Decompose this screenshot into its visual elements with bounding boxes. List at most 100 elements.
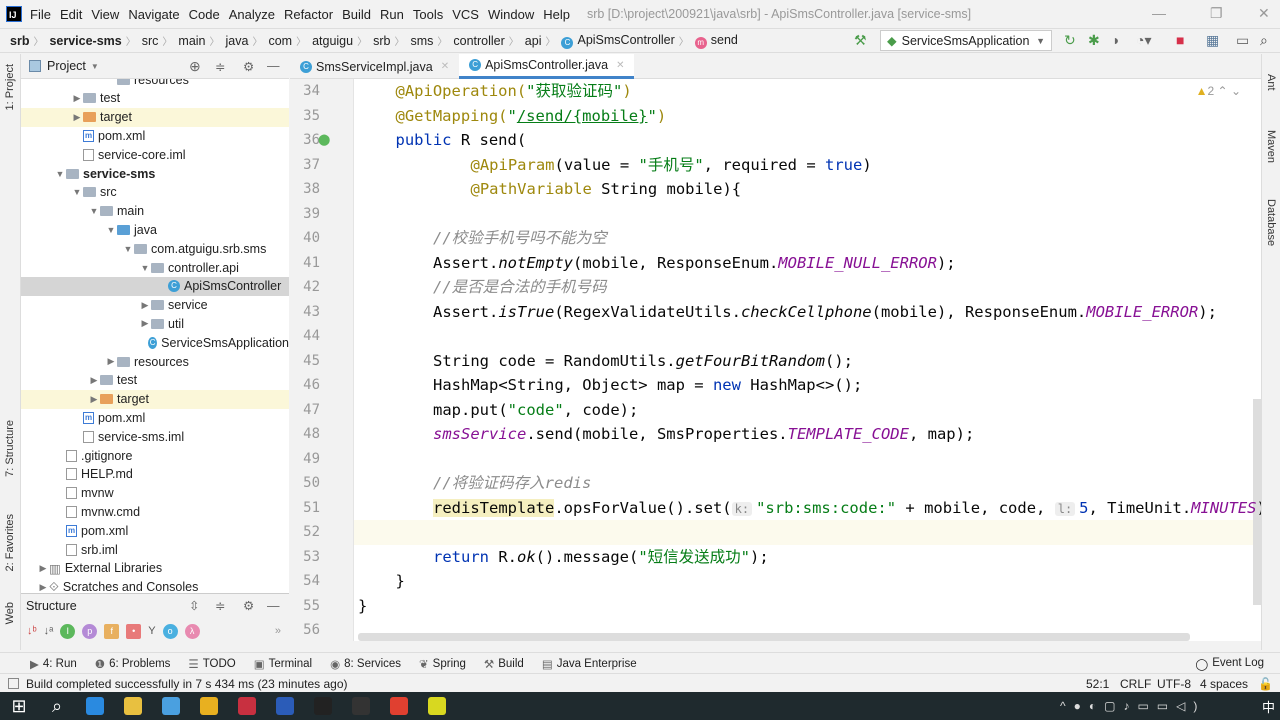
breadcrumb-item[interactable]: C ApiSmsController [561,33,675,49]
show-anonymous-icon[interactable]: o [162,623,178,639]
tool-tab-maven[interactable]: Maven [1265,130,1277,163]
spring-bean-gutter-icon[interactable]: ⬤ [318,133,330,146]
sort-visibility-icon[interactable]: ↓ᵇ [27,625,37,637]
chevron-down-icon[interactable]: ▼ [88,206,100,216]
tree-item[interactable]: ▼ controller.api [21,258,289,277]
breadcrumb-item[interactable]: sms [410,34,433,48]
taskbar-vscode-icon[interactable] [76,692,114,720]
show-non-public-icon[interactable]: • [126,623,142,639]
system-tray-icons[interactable]: ^●◐▢♪▭▭◁) [1060,699,1205,713]
tree-item[interactable]: m pom.xml [21,521,289,540]
gear-icon[interactable]: ⚙ [243,59,254,74]
lock-icon[interactable]: 🔓 [1258,677,1273,691]
tree-item[interactable]: C ApiSmsController [21,276,289,296]
show-fields-icon[interactable]: f [104,623,120,639]
taskbar-app-red-icon[interactable] [228,692,266,720]
breadcrumb-item[interactable]: com [268,34,292,48]
more-icon[interactable]: » [275,625,281,637]
chevron-right-icon[interactable]: ▶ [88,394,100,405]
tree-item[interactable]: service-sms.iml [21,427,289,446]
hide-icon[interactable]: — [267,59,280,73]
menu-build[interactable]: Build [342,7,371,22]
chevron-down-icon[interactable]: ▼ [71,187,83,197]
tab-apismscontroller-java[interactable]: C ApiSmsController.java ✕ [459,54,635,79]
gear-icon[interactable]: ⚙ [243,598,254,613]
taskbar-search-icon[interactable]: ⌕ [38,692,76,720]
tree-item[interactable]: ▼ src [21,183,289,202]
collapse-icon[interactable]: ≑ [215,59,225,74]
breadcrumb-item[interactable]: api [525,34,542,48]
tab-smsserviceimpl-java[interactable]: C SmsServiceImpl.java ✕ [290,54,459,79]
maximize-button[interactable]: ❐ [1210,5,1223,22]
tool-tab-web[interactable]: Web [4,602,16,624]
chevron-right-icon[interactable]: ▶ [139,318,151,329]
build-hammer-icon[interactable]: ⚒ [854,32,867,49]
tree-item[interactable]: ▶ test [21,371,289,390]
caret-position[interactable]: 52:1 [1086,677,1109,691]
locate-icon[interactable]: ⊕ [189,58,201,75]
code-editor[interactable]: 34 35 36 ⬤ 37 38 39 40 41 42 43 44 45 46 47 48 49 50 51 52 5… [290,79,1261,641]
horizontal-scrollbar[interactable] [358,633,1190,641]
coverage-icon[interactable]: ◗ [1112,32,1120,48]
tree-item[interactable]: ▶ resources [21,352,289,371]
filter-icon[interactable]: Y [148,625,155,637]
project-structure-icon[interactable]: ▦ [1206,32,1219,49]
chevron-right-icon[interactable]: ▶ [37,563,49,574]
tree-item[interactable]: ▶ util [21,314,289,333]
tool-window-services[interactable]: ◉ 8: Services [330,657,401,671]
taskbar-cmd-icon[interactable] [342,692,380,720]
close-tab-icon[interactable]: ✕ [616,60,624,71]
debug-icon[interactable]: ✱ [1088,32,1100,49]
tree-item[interactable]: service-core.iml [21,145,289,164]
tree-item[interactable]: ▼ main [21,202,289,221]
tool-window-problems[interactable]: ❶ 6: Problems [95,657,171,671]
tree-item[interactable]: ▶ test [21,89,289,108]
breadcrumb-item[interactable]: atguigu [312,34,353,48]
chevron-right-icon[interactable]: ▶ [71,93,83,104]
tool-window-spring[interactable]: ❦ Spring [419,657,466,671]
tool-window-todo[interactable]: ☰ TODO [188,657,235,671]
tool-window-run[interactable]: ▶ 4: Run [30,657,77,671]
presentation-icon[interactable]: ▭ [1236,32,1249,49]
indent-setting[interactable]: 4 spaces [1200,677,1248,691]
tree-item[interactable]: mvnw [21,484,289,503]
tool-tab-favorites[interactable]: 2: Favorites [4,514,16,571]
menu-vcs[interactable]: VCS [452,7,479,22]
warnings-indicator[interactable]: ▲2 ⌃ ⌄ [1196,84,1241,98]
file-encoding[interactable]: UTF-8 [1157,677,1191,691]
tool-tab-database[interactable]: Database [1265,199,1277,246]
line-separator[interactable]: CRLF [1120,677,1151,691]
search-icon[interactable]: ⌕ [1260,32,1268,49]
hide-icon[interactable]: — [267,599,280,613]
taskbar-explorer-icon[interactable] [114,692,152,720]
show-inherited-icon[interactable]: I [60,623,76,639]
chevron-down-icon[interactable]: ▼ [105,225,117,235]
minimize-button[interactable]: — [1152,5,1166,21]
tree-item[interactable]: ▼ java [21,220,289,239]
tool-tab-project[interactable]: 1: Project [4,64,16,110]
breadcrumb-item[interactable]: src [142,34,159,48]
project-view-dropdown[interactable]: Project [47,59,86,73]
close-button[interactable]: ✕ [1258,5,1270,22]
tree-item[interactable]: ▶ ▥ External Libraries [21,559,289,578]
tree-item[interactable]: m pom.xml [21,126,289,145]
tree-item[interactable]: srb.iml [21,540,289,559]
tool-tab-ant[interactable]: Ant [1265,74,1277,91]
taskbar-app-yellow-icon[interactable] [418,692,456,720]
taskbar-chrome-icon[interactable] [380,692,418,720]
menu-run[interactable]: Run [380,7,404,22]
taskbar-intellij-icon[interactable] [304,692,342,720]
profile-icon[interactable]: ◔▾ [1136,32,1151,49]
tree-item[interactable]: ▼ service-sms [21,164,289,183]
menu-code[interactable]: Code [189,7,220,22]
tree-item[interactable]: HELP.md [21,465,289,484]
tool-window-build[interactable]: ⚒ Build [484,657,524,671]
taskbar-start-icon[interactable]: ⊞ [0,692,38,720]
breadcrumb-item[interactable]: srb [373,34,390,48]
tool-window-java-enterprise[interactable]: ▤ Java Enterprise [542,657,637,671]
tree-item[interactable]: ▶ service [21,296,289,315]
menu-window[interactable]: Window [488,7,534,22]
chevron-right-icon[interactable]: ▶ [71,112,83,123]
collapse-all-icon[interactable]: ≑ [215,598,225,613]
breadcrumb-item[interactable]: m send [694,33,738,49]
